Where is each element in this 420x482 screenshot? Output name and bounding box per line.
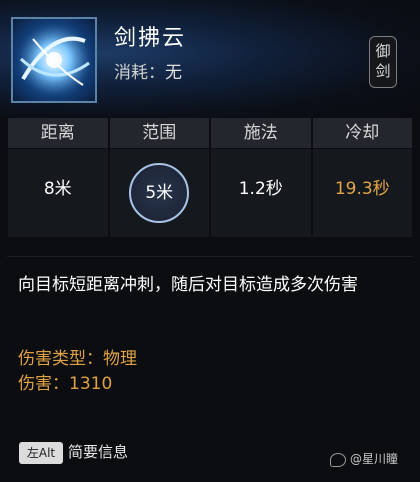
cost-value: 无 bbox=[165, 63, 182, 83]
watermark: @星川瞳 bbox=[330, 450, 398, 467]
stat-area-value: 5米 bbox=[129, 163, 190, 223]
brief-info-label: 简要信息 bbox=[68, 443, 129, 461]
stat-area-cell: 5米 bbox=[109, 149, 209, 237]
skill-cost: 消耗：无 bbox=[114, 58, 182, 83]
damage-type: 伤害类型：物理 bbox=[18, 349, 137, 369]
chat-icon bbox=[330, 452, 346, 467]
alt-key-badge: 左Alt bbox=[19, 442, 63, 464]
skill-stats-table: 距离 8米 范围 5米 施法 1.2秒 冷却 19.3秒 bbox=[7, 118, 413, 238]
skill-header: 剑拂云 消耗：无 御 剑 bbox=[0, 0, 420, 118]
stat-cast-value: 1.2秒 bbox=[211, 149, 311, 237]
stat-cooldown: 冷却 19.3秒 bbox=[312, 118, 414, 238]
stat-range-label: 距离 bbox=[8, 118, 108, 148]
stat-area-label: 范围 bbox=[109, 118, 209, 148]
damage-value: 伤害：1310 bbox=[18, 374, 113, 394]
stat-area: 范围 5米 bbox=[109, 118, 211, 238]
skill-name: 剑拂云 bbox=[114, 26, 187, 51]
swirl-icon bbox=[13, 19, 95, 101]
skill-tooltip: 剑拂云 消耗：无 御 剑 距离 8米 范围 5米 施法 1.2秒 冷却 19.3… bbox=[0, 0, 420, 482]
stat-cast: 施法 1.2秒 bbox=[210, 118, 312, 238]
skill-description: 向目标短距离冲刺，随后对目标造成多次伤害 bbox=[18, 275, 358, 295]
stat-range: 距离 8米 bbox=[7, 118, 109, 238]
tag-line-2: 剑 bbox=[375, 62, 391, 80]
section-divider bbox=[7, 256, 413, 257]
watermark-text: @星川瞳 bbox=[350, 452, 399, 466]
stat-range-value: 8米 bbox=[8, 149, 108, 237]
stat-cast-label: 施法 bbox=[211, 118, 311, 148]
tag-line-1: 御 bbox=[375, 42, 391, 60]
cost-label: 消耗： bbox=[114, 63, 165, 83]
skill-category-tag: 御 剑 bbox=[369, 36, 397, 88]
stat-cooldown-value: 19.3秒 bbox=[312, 149, 412, 237]
sword-skill-icon bbox=[11, 17, 97, 103]
stat-cooldown-label: 冷却 bbox=[312, 118, 412, 148]
